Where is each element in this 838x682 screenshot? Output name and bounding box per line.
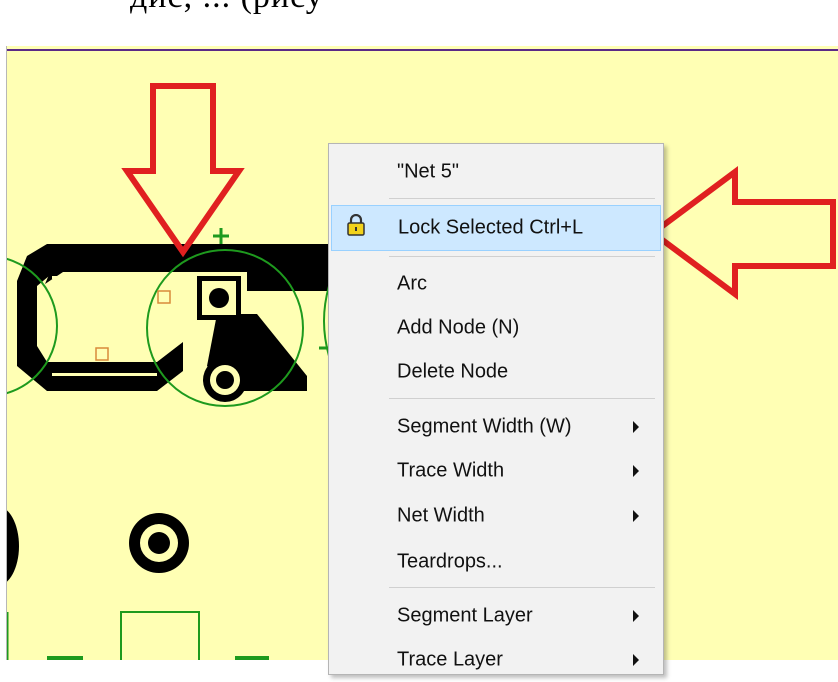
round-pad-hole xyxy=(148,532,170,554)
menu-separator xyxy=(389,256,655,257)
document-top-strip: дис, ... (рису xyxy=(0,0,838,46)
menu-item-teardrops[interactable]: Teardrops... xyxy=(331,540,661,584)
menu-item-segment-width[interactable]: Segment Width (W) xyxy=(331,405,661,449)
menu-item-label: Trace Layer xyxy=(397,648,503,671)
menu-item-net-name[interactable]: "Net 5" xyxy=(331,150,661,194)
submenu-arrow-icon xyxy=(633,654,639,666)
submenu-arrow-icon xyxy=(633,510,639,522)
square-pad-hole xyxy=(209,288,229,308)
menu-item-label: Add Node (N) xyxy=(397,316,520,339)
menu-item-label: Segment Layer xyxy=(397,604,533,627)
menu-item-lock-selected[interactable]: Lock Selected Ctrl+L xyxy=(331,205,661,251)
round-pad-hole xyxy=(216,371,234,389)
lock-icon xyxy=(346,213,366,242)
menu-item-add-node[interactable]: Add Node (N) xyxy=(331,306,661,350)
menu-item-label: Teardrops... xyxy=(397,550,503,573)
menu-item-net-width[interactable]: Net Width xyxy=(331,494,661,538)
trace-node xyxy=(157,290,171,304)
partial-pad xyxy=(7,510,19,582)
annotation-arrow-down xyxy=(121,83,245,258)
menu-item-label: "Net 5" xyxy=(397,160,460,183)
submenu-arrow-icon xyxy=(633,465,639,477)
submenu-arrow-icon xyxy=(633,610,639,622)
menu-item-arc[interactable]: Arc xyxy=(331,262,661,306)
component-outline-box xyxy=(120,611,200,660)
menu-item-label: Lock Selected Ctrl+L xyxy=(398,216,584,239)
menu-separator xyxy=(389,198,655,199)
menu-item-delete-node[interactable]: Delete Node xyxy=(331,350,661,394)
trace-gap-lower xyxy=(52,373,157,376)
document-cropped-text: дис, ... (рису xyxy=(130,0,324,16)
menu-item-segment-layer[interactable]: Segment Layer xyxy=(331,594,661,638)
menu-item-label: Segment Width (W) xyxy=(397,415,572,438)
context-menu[interactable]: "Net 5" Lock Selected Ctrl+L Arc Add Nod… xyxy=(328,143,664,675)
menu-item-label: Delete Node xyxy=(397,360,509,383)
annotation-arrow-left xyxy=(647,166,836,300)
menu-separator xyxy=(389,587,655,588)
menu-item-label: Trace Width xyxy=(397,459,505,482)
submenu-arrow-icon xyxy=(633,421,639,433)
trace-node xyxy=(95,347,109,361)
trace-gap xyxy=(52,276,202,279)
menu-item-trace-width[interactable]: Trace Width xyxy=(331,449,661,493)
menu-item-label: Net Width xyxy=(397,504,485,527)
menu-item-trace-layer[interactable]: Trace Layer xyxy=(331,638,661,682)
menu-item-label: Arc xyxy=(397,272,427,295)
menu-separator xyxy=(389,398,655,399)
